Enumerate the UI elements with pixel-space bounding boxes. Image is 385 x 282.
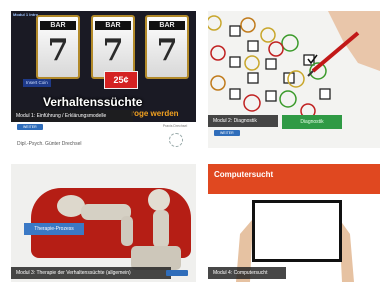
logo-icon: [169, 133, 183, 147]
hero-subtitle: roge werden: [131, 109, 179, 118]
praxis-logo: Praxis Drechsel: [158, 124, 192, 147]
slot-bar-label: BAR: [40, 21, 76, 30]
more-button[interactable]: WEITER: [17, 124, 43, 130]
module-card-3[interactable]: Therapie-Prozess Modul 3: Therapie der V…: [11, 164, 196, 282]
author-name: Dipl.-Psych. Günter Drechsel: [17, 141, 82, 147]
slot-seven: 7: [102, 33, 124, 68]
payout-label: 25¢: [104, 71, 138, 89]
module-card-2[interactable]: Diagnostik Modul 2: Diagnostik WEITER: [208, 11, 380, 148]
slot-reel-2: BAR 7: [91, 15, 135, 79]
module-label[interactable]: Modul 1: Einführung / Erklärungsmodelle: [11, 110, 133, 122]
therapy-process-button[interactable]: Therapie-Prozess: [24, 223, 84, 235]
insert-coin-tag: Insert Coin: [23, 79, 51, 87]
blank-screen: [252, 200, 342, 262]
more-button[interactable]: [166, 270, 188, 276]
slot-bar-label: BAR: [149, 21, 185, 30]
hero-title: Verhaltenssüchte: [43, 95, 143, 109]
module-label[interactable]: Modul 4: Computersucht: [208, 267, 286, 279]
module-label[interactable]: Modul 3: Therapie der Verhaltenssüchte (…: [11, 267, 171, 279]
diagnostik-label: Diagnostik: [282, 115, 342, 129]
module-card-4[interactable]: Computersucht Modul 4: Computersucht: [208, 164, 380, 282]
slot-bar-label: BAR: [95, 21, 131, 30]
slot-seven: 7: [156, 33, 178, 68]
module-card-1[interactable]: Modul 1 Intro BAR 7 BAR 7 BAR 7 Insert C…: [11, 11, 196, 148]
top-tag: Modul 1 Intro: [13, 12, 39, 17]
slot-reel-3: BAR 7: [145, 15, 189, 79]
module-label[interactable]: Modul 2: Diagnostik: [208, 115, 278, 127]
slot-seven: 7: [47, 33, 69, 68]
author-strip: WEITER Dipl.-Psych. Günter Drechsel Prax…: [11, 122, 196, 148]
logo-text: Praxis Drechsel: [162, 124, 188, 128]
slot-reel-1: BAR 7: [36, 15, 80, 79]
more-button[interactable]: WEITER: [214, 130, 240, 136]
